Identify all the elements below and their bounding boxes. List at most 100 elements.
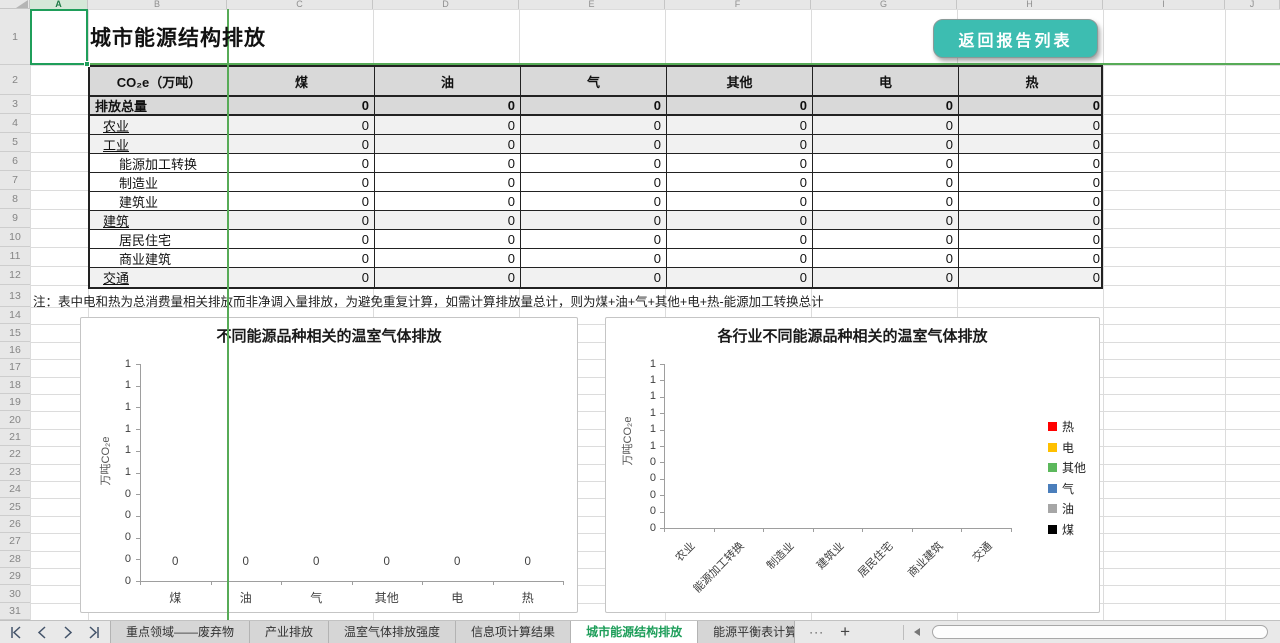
column-header-A[interactable]: A bbox=[30, 0, 88, 9]
value-cell[interactable]: 0 bbox=[667, 230, 813, 248]
value-cell[interactable]: 0 bbox=[813, 249, 959, 267]
value-cell[interactable]: 0 bbox=[959, 230, 1105, 248]
row-header-17[interactable]: 17 bbox=[0, 359, 30, 377]
value-cell[interactable]: 0 bbox=[959, 268, 1105, 287]
legend-label[interactable]: 气 bbox=[1062, 483, 1074, 495]
table-header-cell[interactable]: 其他 bbox=[667, 67, 813, 95]
row-label-cell[interactable]: 交通 bbox=[90, 268, 229, 287]
table-header-cell[interactable]: 油 bbox=[375, 67, 521, 95]
value-cell[interactable]: 0 bbox=[229, 268, 375, 287]
legend-label[interactable]: 电 bbox=[1062, 442, 1074, 454]
sheet-tab[interactable]: 温室气体排放强度 bbox=[329, 621, 457, 643]
value-cell[interactable]: 0 bbox=[813, 192, 959, 210]
row-label-cell[interactable]: 农业 bbox=[90, 116, 229, 134]
value-cell[interactable]: 0 bbox=[667, 173, 813, 191]
row-header-28[interactable]: 28 bbox=[0, 550, 30, 568]
value-cell[interactable]: 0 bbox=[375, 97, 521, 114]
chart-energy-types[interactable]: 不同能源品种相关的温室气体排放 万吨CO₂e 1 1 1 1 1 1 0 0 0 0 0 煤 0 油 0 气 0 其他… bbox=[80, 317, 578, 613]
row-label-cell[interactable]: 排放总量 bbox=[90, 97, 229, 114]
sheet-tab[interactable]: 能源平衡表计算结 bbox=[698, 621, 796, 643]
sheet-tab[interactable]: 产业排放 bbox=[250, 621, 330, 643]
value-cell[interactable]: 0 bbox=[813, 211, 959, 229]
row-header-26[interactable]: 26 bbox=[0, 515, 30, 534]
value-cell[interactable]: 0 bbox=[521, 230, 667, 248]
value-cell[interactable]: 0 bbox=[521, 116, 667, 134]
row-label-cell[interactable]: 能源加工转换 bbox=[90, 154, 229, 172]
row-label-cell[interactable]: 建筑 bbox=[90, 211, 229, 229]
value-cell[interactable]: 0 bbox=[813, 116, 959, 134]
value-cell[interactable]: 0 bbox=[375, 135, 521, 153]
table-header-cell[interactable]: CO₂e（万吨） bbox=[90, 67, 229, 95]
row-header-25[interactable]: 25 bbox=[0, 498, 30, 516]
value-cell[interactable]: 0 bbox=[375, 249, 521, 267]
value-cell[interactable]: 0 bbox=[521, 97, 667, 114]
value-cell[interactable]: 0 bbox=[229, 154, 375, 172]
return-to-report-list-button[interactable]: 返回报告列表 bbox=[933, 19, 1098, 58]
value-cell[interactable]: 0 bbox=[813, 154, 959, 172]
column-header-F[interactable]: F bbox=[665, 0, 811, 9]
value-cell[interactable]: 0 bbox=[229, 249, 375, 267]
previous-sheet-icon[interactable] bbox=[34, 625, 50, 640]
value-cell[interactable]: 0 bbox=[667, 268, 813, 287]
scroll-left-icon[interactable] bbox=[914, 628, 920, 636]
value-cell[interactable]: 0 bbox=[813, 135, 959, 153]
row-label-cell[interactable]: 工业 bbox=[90, 135, 229, 153]
value-cell[interactable]: 0 bbox=[667, 97, 813, 114]
column-header-B[interactable]: B bbox=[88, 0, 227, 9]
row-header-18[interactable]: 18 bbox=[0, 376, 30, 394]
row-header-3[interactable]: 3 bbox=[0, 95, 30, 114]
value-cell[interactable]: 0 bbox=[667, 192, 813, 210]
column-header-I[interactable]: I bbox=[1103, 0, 1225, 9]
value-cell[interactable]: 0 bbox=[375, 116, 521, 134]
horizontal-scrollbar[interactable] bbox=[932, 625, 1268, 639]
column-header-G[interactable]: G bbox=[811, 0, 957, 9]
row-header-8[interactable]: 8 bbox=[0, 190, 30, 209]
value-cell[interactable]: 0 bbox=[521, 249, 667, 267]
legend-label[interactable]: 热 bbox=[1062, 421, 1074, 433]
value-cell[interactable]: 0 bbox=[521, 135, 667, 153]
value-cell[interactable]: 0 bbox=[521, 173, 667, 191]
sheet-tab[interactable]: 重点领域——废弃物 bbox=[110, 621, 251, 643]
row-header-1[interactable]: 1 bbox=[0, 9, 30, 65]
row-header-9[interactable]: 9 bbox=[0, 209, 30, 228]
value-cell[interactable]: 0 bbox=[229, 116, 375, 134]
value-cell[interactable]: 0 bbox=[521, 192, 667, 210]
row-header-13[interactable]: 13 bbox=[0, 285, 30, 307]
last-sheet-icon[interactable] bbox=[86, 625, 102, 640]
value-cell[interactable]: 0 bbox=[375, 230, 521, 248]
fill-handle[interactable] bbox=[84, 61, 90, 67]
row-label-cell[interactable]: 制造业 bbox=[90, 173, 229, 191]
value-cell[interactable]: 0 bbox=[959, 192, 1105, 210]
table-header-cell[interactable]: 气 bbox=[521, 67, 667, 95]
value-cell[interactable]: 0 bbox=[229, 135, 375, 153]
first-sheet-icon[interactable] bbox=[8, 625, 24, 640]
column-header-D[interactable]: D bbox=[373, 0, 519, 9]
row-header-30[interactable]: 30 bbox=[0, 585, 30, 603]
value-cell[interactable]: 0 bbox=[813, 268, 959, 287]
row-header-14[interactable]: 14 bbox=[0, 307, 30, 325]
row-header-24[interactable]: 24 bbox=[0, 481, 30, 499]
row-header-11[interactable]: 11 bbox=[0, 247, 30, 266]
row-header-12[interactable]: 12 bbox=[0, 266, 30, 285]
value-cell[interactable]: 0 bbox=[959, 211, 1105, 229]
row-header-6[interactable]: 6 bbox=[0, 152, 30, 171]
value-cell[interactable]: 0 bbox=[521, 211, 667, 229]
value-cell[interactable]: 0 bbox=[229, 230, 375, 248]
value-cell[interactable]: 0 bbox=[959, 135, 1105, 153]
sheet-tab-active[interactable]: 城市能源结构排放 bbox=[571, 621, 699, 643]
row-header-15[interactable]: 15 bbox=[0, 324, 30, 342]
row-header-2[interactable]: 2 bbox=[0, 65, 30, 95]
row-label-cell[interactable]: 建筑业 bbox=[90, 192, 229, 210]
row-header-7[interactable]: 7 bbox=[0, 171, 30, 190]
value-cell[interactable]: 0 bbox=[229, 173, 375, 191]
value-cell[interactable]: 0 bbox=[667, 154, 813, 172]
value-cell[interactable]: 0 bbox=[521, 154, 667, 172]
select-all-corner[interactable] bbox=[0, 0, 30, 9]
row-label-cell[interactable]: 居民住宅 bbox=[90, 230, 229, 248]
value-cell[interactable]: 0 bbox=[959, 154, 1105, 172]
value-cell[interactable]: 0 bbox=[667, 116, 813, 134]
selected-cell-A1[interactable] bbox=[30, 9, 90, 67]
value-cell[interactable]: 0 bbox=[959, 249, 1105, 267]
value-cell[interactable]: 0 bbox=[667, 249, 813, 267]
value-cell[interactable]: 0 bbox=[813, 97, 959, 114]
